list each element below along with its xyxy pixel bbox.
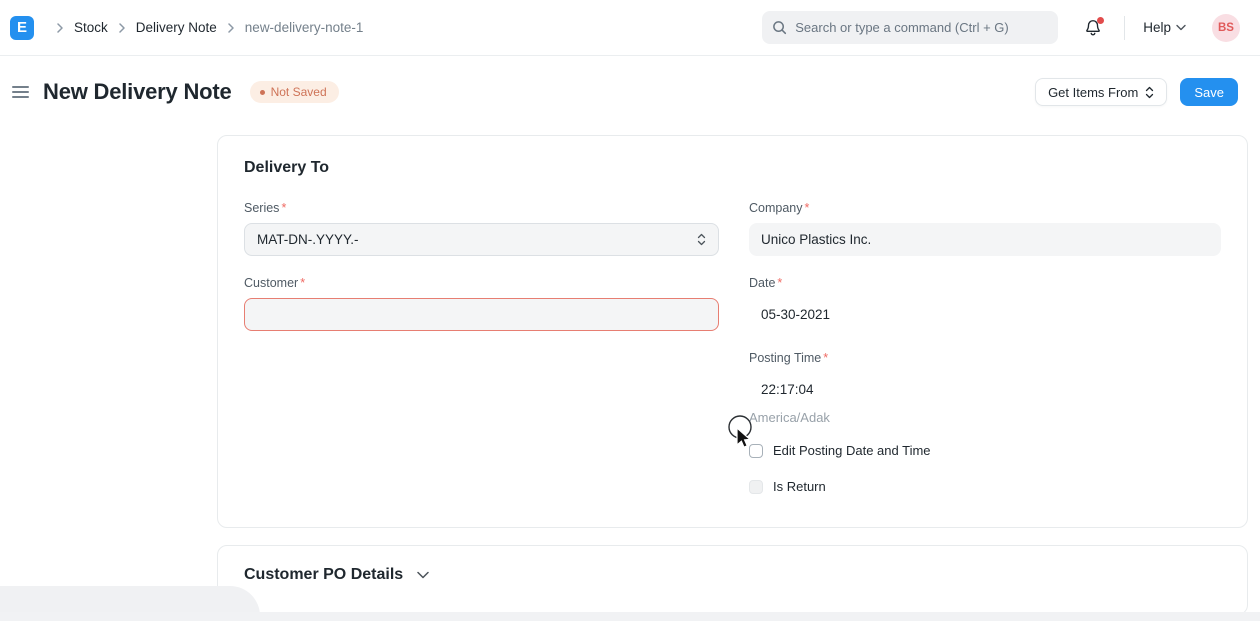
select-chevrons-icon	[1145, 86, 1154, 99]
series-label: Series*	[244, 201, 719, 215]
required-asterisk: *	[805, 201, 810, 215]
required-asterisk: *	[300, 276, 305, 290]
company-field: Company* Unico Plastics Inc.	[749, 201, 1221, 256]
help-label: Help	[1143, 20, 1171, 35]
customer-po-details-section: Customer PO Details	[217, 545, 1248, 615]
status-badge: Not Saved	[250, 81, 339, 103]
chevron-right-icon	[118, 23, 126, 33]
is-return-label: Is Return	[773, 479, 826, 494]
date-label: Date*	[749, 276, 1221, 290]
notification-dot	[1097, 17, 1104, 24]
date-value[interactable]: 05-30-2021	[749, 298, 1221, 331]
help-menu[interactable]: Help	[1143, 20, 1186, 35]
divider	[1124, 16, 1125, 40]
chevron-right-icon	[56, 23, 64, 33]
notifications-button[interactable]	[1084, 18, 1102, 37]
customer-po-details-toggle[interactable]: Customer PO Details	[244, 566, 1221, 584]
company-label: Company*	[749, 201, 1221, 215]
customer-input[interactable]	[244, 298, 719, 331]
is-return-checkbox-row[interactable]: Is Return	[749, 479, 1221, 494]
breadcrumb: Stock Delivery Note new-delivery-note-1	[46, 20, 363, 35]
page-title: New Delivery Note	[43, 79, 232, 105]
breadcrumb-item-stock[interactable]: Stock	[74, 20, 108, 35]
section-title: Delivery To	[244, 159, 1221, 177]
posting-time-field: Posting Time* 22:17:04	[749, 351, 1221, 406]
is-return-checkbox[interactable]	[749, 480, 763, 494]
required-asterisk: *	[777, 276, 782, 290]
get-items-from-button[interactable]: Get Items From	[1035, 78, 1167, 106]
customer-field: Customer*	[244, 276, 719, 331]
page-head: New Delivery Note Not Saved Get Items Fr…	[0, 56, 1260, 122]
search-icon	[772, 20, 787, 35]
company-input[interactable]: Unico Plastics Inc.	[749, 223, 1221, 256]
save-button[interactable]: Save	[1180, 78, 1238, 106]
chevron-right-icon	[227, 23, 235, 33]
posting-time-label: Posting Time*	[749, 351, 1221, 365]
form-column-right: Company* Unico Plastics Inc. Date* 05-30…	[749, 201, 1221, 494]
edit-posting-date-label: Edit Posting Date and Time	[773, 443, 931, 458]
section-title: Customer PO Details	[244, 566, 403, 584]
form-column-left: Series* MAT-DN-.YYYY.- Customer*	[244, 201, 719, 494]
sidebar-toggle-button[interactable]	[8, 82, 33, 102]
delivery-to-section: Delivery To Series* MAT-DN-.YYYY.- Custo…	[217, 135, 1248, 528]
edit-posting-date-checkbox-row[interactable]: Edit Posting Date and Time	[749, 443, 1221, 458]
select-chevrons-icon	[697, 232, 706, 247]
timezone-text: America/Adak	[749, 410, 1221, 425]
breadcrumb-item-current: new-delivery-note-1	[245, 20, 364, 35]
background-band	[0, 612, 1260, 621]
series-field: Series* MAT-DN-.YYYY.-	[244, 201, 719, 256]
edit-posting-date-checkbox[interactable]	[749, 444, 763, 458]
avatar[interactable]: BS	[1212, 14, 1240, 42]
chevron-down-icon	[1176, 24, 1186, 31]
posting-time-value[interactable]: 22:17:04	[749, 373, 1221, 406]
required-asterisk: *	[281, 201, 286, 215]
required-asterisk: *	[823, 351, 828, 365]
global-search[interactable]	[762, 11, 1058, 44]
series-select[interactable]: MAT-DN-.YYYY.-	[244, 223, 719, 256]
customer-label: Customer*	[244, 276, 719, 290]
chevron-down-icon	[417, 571, 429, 579]
navbar: E Stock Delivery Note new-delivery-note-…	[0, 0, 1260, 56]
breadcrumb-item-delivery-note[interactable]: Delivery Note	[136, 20, 217, 35]
status-dot-icon	[260, 90, 265, 95]
search-input[interactable]	[795, 20, 1045, 35]
app-logo-icon[interactable]: E	[10, 16, 34, 40]
date-field: Date* 05-30-2021	[749, 276, 1221, 331]
